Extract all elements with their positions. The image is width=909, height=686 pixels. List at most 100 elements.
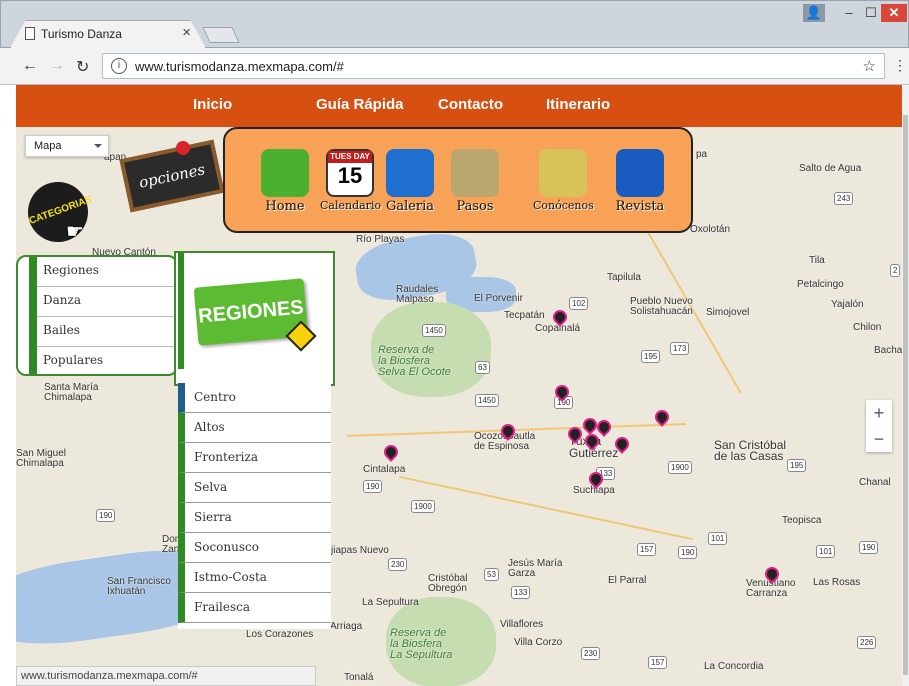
route-shield: 63 bbox=[475, 361, 490, 374]
panel-label: Home bbox=[265, 199, 305, 214]
route-shield: 226 bbox=[857, 636, 877, 649]
panel-galeria[interactable]: Galeria bbox=[380, 149, 440, 214]
map-marker[interactable] bbox=[585, 434, 595, 448]
map-label: Tila bbox=[809, 255, 825, 266]
map-marker[interactable] bbox=[555, 385, 565, 399]
panel-pasos[interactable]: Pasos bbox=[445, 149, 505, 214]
route-shield: 1900 bbox=[411, 500, 435, 513]
panel-revista[interactable]: Revista bbox=[610, 149, 670, 214]
nav-guia-rapida[interactable]: Guía Rápida bbox=[316, 96, 404, 113]
address-bar[interactable]: i www.turismodanza.mexmapa.com/# ☆ bbox=[102, 53, 885, 79]
calendar-icon: TUES DAY 15 bbox=[326, 149, 374, 197]
region-selva[interactable]: Selva bbox=[178, 473, 331, 503]
pointing-hand-icon: ☛ bbox=[66, 221, 84, 243]
map-type-value: Mapa bbox=[34, 140, 62, 152]
category-danza[interactable]: Danza bbox=[37, 287, 177, 317]
map-marker[interactable] bbox=[765, 567, 775, 581]
close-tab-icon[interactable]: × bbox=[182, 24, 191, 41]
sunflower-icon bbox=[386, 149, 434, 197]
map-label: El Porvenir bbox=[474, 293, 523, 304]
map-label: Las Rosas bbox=[813, 577, 861, 588]
panel-label: Conócenos bbox=[533, 199, 594, 212]
route-shield: 1450 bbox=[475, 394, 499, 407]
panel-label: Galeria bbox=[385, 199, 435, 214]
route-shield: 195 bbox=[787, 459, 807, 472]
close-window-icon[interactable]: ✕ bbox=[881, 4, 907, 22]
forward-icon[interactable]: → bbox=[49, 57, 65, 75]
url-text: www.turismodanza.mexmapa.com/# bbox=[135, 59, 344, 74]
calendar-number: 15 bbox=[337, 163, 363, 188]
map-marker[interactable] bbox=[655, 410, 665, 424]
region-soconusco[interactable]: Soconusco bbox=[178, 533, 331, 563]
map-marker[interactable] bbox=[583, 418, 593, 432]
reload-icon[interactable]: ↻ bbox=[76, 57, 89, 77]
panel-home[interactable]: Home bbox=[255, 149, 315, 214]
route-shield: 157 bbox=[648, 656, 668, 669]
region-frailesca[interactable]: Frailesca bbox=[178, 593, 331, 623]
region-altos[interactable]: Altos bbox=[178, 413, 331, 443]
route-shield: 53 bbox=[484, 568, 499, 581]
chevron-down-icon bbox=[94, 144, 102, 148]
map-marker[interactable] bbox=[589, 472, 599, 486]
category-populares[interactable]: Populares bbox=[37, 347, 177, 377]
region-istmo-costa[interactable]: Istmo-Costa bbox=[178, 563, 331, 593]
route-shield: 157 bbox=[637, 543, 657, 556]
map-label: Jesús María Garza bbox=[508, 558, 563, 579]
nav-inicio[interactable]: Inicio bbox=[193, 96, 232, 113]
browser-tab[interactable]: Turismo Danza × bbox=[10, 20, 206, 48]
map-label: La Sepultura bbox=[362, 597, 419, 608]
scrollbar[interactable] bbox=[902, 85, 909, 686]
regions-submenu: Centro Altos Fronteriza Selva Sierra Soc… bbox=[178, 383, 331, 629]
maximize-icon[interactable]: ☐ bbox=[860, 4, 882, 22]
map-label: Cintalapa bbox=[363, 464, 406, 475]
map-marker[interactable] bbox=[553, 310, 563, 324]
panel-label: Pasos bbox=[456, 199, 494, 214]
scrollbar-thumb[interactable] bbox=[903, 115, 908, 675]
map-marker[interactable] bbox=[501, 424, 511, 438]
map-label: Cristóbal Obregón bbox=[428, 573, 468, 594]
browser-menu-icon[interactable]: ⋮ bbox=[893, 57, 907, 74]
route-shield: 195 bbox=[641, 350, 661, 363]
panel-label: Revista bbox=[615, 199, 665, 214]
menu-accent-bar bbox=[29, 257, 37, 374]
map-label: Los Corazones bbox=[246, 629, 314, 640]
info-icon[interactable]: i bbox=[111, 58, 127, 74]
route-shield: 243 bbox=[834, 192, 854, 205]
back-icon[interactable]: ← bbox=[22, 57, 38, 75]
map-label: Villaflores bbox=[500, 619, 544, 630]
nav-contacto[interactable]: Contacto bbox=[438, 96, 503, 113]
route-shield: 101 bbox=[816, 545, 836, 558]
category-bailes[interactable]: Bailes bbox=[37, 317, 177, 347]
panel-label: Calendario bbox=[320, 199, 382, 212]
map-icon bbox=[451, 149, 499, 197]
zoom-in-button[interactable]: + bbox=[866, 400, 892, 426]
map-type-select[interactable]: Mapa bbox=[25, 135, 109, 157]
map-marker[interactable] bbox=[384, 445, 394, 459]
status-bar: www.turismodanza.mexmapa.com/# bbox=[16, 666, 316, 686]
map-label: Río Playas bbox=[356, 234, 405, 245]
region-fronteriza[interactable]: Fronteriza bbox=[178, 443, 331, 473]
map-marker[interactable] bbox=[615, 437, 625, 451]
region-centro[interactable]: Centro bbox=[178, 383, 331, 413]
route-shield: 1450 bbox=[422, 324, 446, 337]
region-sierra[interactable]: Sierra bbox=[178, 503, 331, 533]
book-icon bbox=[616, 149, 664, 197]
route-shield: 190 bbox=[678, 546, 698, 559]
route-shield: 101 bbox=[708, 532, 728, 545]
category-regiones[interactable]: Regiones bbox=[37, 257, 177, 287]
panel-calendario[interactable]: TUES DAY 15 Calendario bbox=[320, 149, 382, 212]
panel-conocenos[interactable]: Conócenos bbox=[533, 149, 594, 212]
bookmark-star-icon[interactable]: ☆ bbox=[863, 57, 876, 75]
map-label: Raudales Malpaso bbox=[396, 284, 439, 305]
user-icon[interactable]: 👤 bbox=[803, 4, 825, 22]
browser-toolbar: ← → ↻ i www.turismodanza.mexmapa.com/# ☆… bbox=[0, 48, 909, 85]
zoom-out-button[interactable]: − bbox=[866, 426, 892, 452]
map-label: Chilon bbox=[853, 322, 882, 333]
map-marker[interactable] bbox=[568, 427, 578, 441]
map-marker[interactable] bbox=[597, 420, 607, 434]
route-shield: 230 bbox=[388, 558, 408, 571]
map-label: Arriaga bbox=[330, 621, 363, 632]
map-label: El Parral bbox=[608, 575, 647, 586]
minimize-icon[interactable]: – bbox=[838, 4, 860, 22]
nav-itinerario[interactable]: Itinerario bbox=[546, 96, 610, 113]
